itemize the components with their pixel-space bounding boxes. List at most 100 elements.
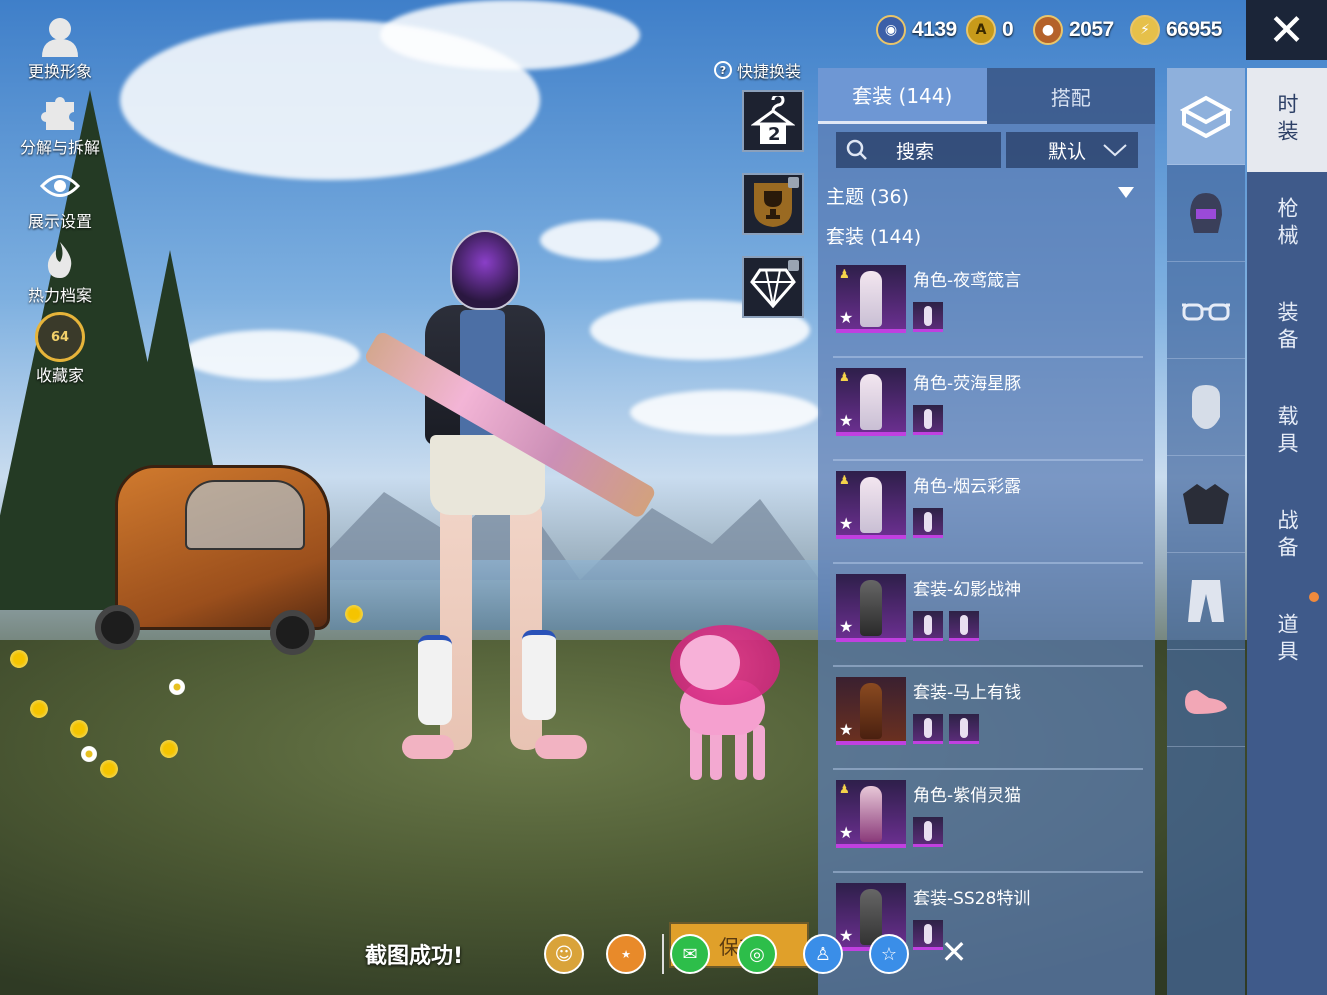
star-icon: ★ bbox=[839, 514, 854, 533]
outfit-thumbnail: ★ bbox=[836, 574, 906, 642]
chevron-down-icon bbox=[1103, 144, 1127, 157]
currency-value: 4139 bbox=[912, 18, 957, 41]
currency-blue[interactable]: ◉ 4139 bbox=[876, 12, 957, 48]
outfit-part-thumbnail[interactable] bbox=[913, 405, 943, 435]
outfit-thumbnail: ♟ ★ bbox=[836, 780, 906, 848]
list-item[interactable]: ♟ ★ 角色-紫俏灵猫 bbox=[833, 773, 1143, 873]
tab-combat-gear[interactable]: 战备 bbox=[1247, 484, 1327, 588]
flower bbox=[345, 605, 363, 623]
currency-gold-token[interactable]: A 0 bbox=[966, 12, 1014, 48]
outfit-thumbnail: ★ bbox=[836, 677, 906, 745]
lock-icon bbox=[788, 177, 799, 188]
outfit-part-thumbnail[interactable] bbox=[913, 714, 943, 744]
tab-mix-match[interactable]: 搭配 bbox=[986, 68, 1155, 124]
currency-value: 0 bbox=[1002, 18, 1014, 41]
trophy-slot[interactable] bbox=[742, 173, 804, 235]
category-glasses[interactable] bbox=[1167, 262, 1245, 359]
tab-fashion[interactable]: 时装 bbox=[1247, 68, 1327, 172]
search-row: 搜索 默认 bbox=[836, 132, 1138, 168]
heat-profile-button[interactable]: 热力档案 bbox=[10, 238, 110, 306]
outfit-part-thumbnail[interactable] bbox=[949, 714, 979, 744]
list-item[interactable]: ♟ ★ 角色-荧海星豚 bbox=[833, 361, 1143, 461]
category-pants[interactable] bbox=[1167, 553, 1245, 650]
theme-section-header[interactable]: 主题 (36) bbox=[826, 182, 909, 209]
qzone-icon[interactable]: ☆ bbox=[869, 934, 909, 974]
mask-icon bbox=[1192, 385, 1220, 429]
heat-profile-label: 热力档案 bbox=[27, 286, 92, 305]
character-icon: ♟ bbox=[839, 473, 850, 487]
cloud bbox=[180, 330, 360, 380]
collector-button[interactable]: 64 收藏家 bbox=[10, 312, 110, 386]
user-share-icon[interactable]: ☺ bbox=[544, 934, 584, 974]
currency-lightning[interactable]: ⚡ 66955 bbox=[1130, 12, 1222, 48]
star-icon: ★ bbox=[839, 411, 854, 430]
category-helmet[interactable] bbox=[1167, 165, 1245, 262]
quick-swap-header[interactable]: ? 快捷换装 bbox=[714, 58, 801, 82]
tab-outfits[interactable]: 套装 (144) bbox=[818, 68, 987, 124]
star-icon: ★ bbox=[839, 720, 854, 739]
decompose-button[interactable]: 分解与拆解 bbox=[10, 90, 110, 158]
outfit-figure bbox=[860, 271, 882, 327]
list-item[interactable]: ♟ ★ 角色-烟云彩露 bbox=[833, 464, 1143, 564]
qq-icon[interactable]: ♙ bbox=[803, 934, 843, 974]
outfit-part-thumbnail[interactable] bbox=[913, 302, 943, 332]
list-item[interactable]: ♟ ★ 角色-夜鸢箴言 bbox=[833, 258, 1143, 358]
peace-elite-icon[interactable]: ★ bbox=[606, 934, 646, 974]
outfit-name: 套装-SS28特训 bbox=[913, 889, 1031, 909]
star-icon: ★ bbox=[839, 823, 854, 842]
outfit-part-thumbnail[interactable] bbox=[913, 611, 943, 641]
list-item[interactable]: ★ 套装-马上有钱 bbox=[833, 670, 1143, 770]
outfit-figure bbox=[860, 683, 882, 739]
panel-tabs: 套装 (144) 搭配 bbox=[818, 68, 1155, 124]
list-item[interactable]: ★ 套装-幻影战神 bbox=[833, 567, 1143, 667]
tab-items-label: 道具 bbox=[1275, 613, 1299, 667]
outfit-figure bbox=[860, 477, 882, 533]
tab-fashion-label: 时装 bbox=[1275, 93, 1299, 147]
search-icon bbox=[846, 139, 867, 160]
collector-badge-icon: 64 bbox=[35, 312, 85, 362]
tab-vehicles[interactable]: 载具 bbox=[1247, 380, 1327, 484]
outfit-part-thumbnail[interactable] bbox=[913, 508, 943, 538]
tab-equipment[interactable]: 装备 bbox=[1247, 276, 1327, 380]
category-jacket[interactable] bbox=[1167, 456, 1245, 553]
outfit-box-icon bbox=[1180, 95, 1232, 138]
close-button[interactable]: ✕ bbox=[1246, 0, 1327, 60]
divider bbox=[662, 934, 664, 974]
outfit-name: 角色-烟云彩露 bbox=[913, 477, 1022, 497]
currency-bronze[interactable]: ● 2057 bbox=[1033, 12, 1114, 48]
outfit-figure bbox=[860, 786, 882, 842]
tab-vehicles-label: 载具 bbox=[1275, 405, 1299, 459]
outfit-name: 角色-荧海星豚 bbox=[913, 374, 1022, 394]
lightning-coin-icon: ⚡ bbox=[1130, 15, 1160, 45]
share-close-icon[interactable]: ✕ bbox=[934, 932, 974, 972]
category-column bbox=[1167, 68, 1245, 995]
sort-dropdown[interactable]: 默认 bbox=[1006, 132, 1138, 168]
wechat-icon[interactable]: ✉ bbox=[670, 934, 710, 974]
star-icon: ★ bbox=[839, 308, 854, 327]
outfit-thumbnail: ♟ ★ bbox=[836, 265, 906, 333]
right-slipper bbox=[535, 735, 587, 759]
diamond-slot[interactable] bbox=[742, 256, 804, 318]
outfit-name: 套装-幻影战神 bbox=[913, 580, 1022, 600]
collector-label: 收藏家 bbox=[35, 366, 84, 385]
category-mask[interactable] bbox=[1167, 359, 1245, 456]
help-icon[interactable]: ? bbox=[714, 61, 732, 79]
tab-combat-gear-label: 战备 bbox=[1275, 509, 1299, 563]
display-settings-button[interactable]: 展示设置 bbox=[10, 164, 110, 232]
outfit-figure bbox=[860, 580, 882, 636]
category-shoes[interactable] bbox=[1167, 650, 1245, 747]
tab-firearms[interactable]: 枪械 bbox=[1247, 172, 1327, 276]
glasses-icon bbox=[1182, 303, 1230, 321]
flower bbox=[70, 720, 88, 738]
outfit-part-thumbnail[interactable] bbox=[949, 611, 979, 641]
collector-level: 64 bbox=[50, 329, 70, 345]
category-outfit[interactable] bbox=[1167, 68, 1245, 165]
flower bbox=[80, 745, 98, 763]
search-input[interactable]: 搜索 bbox=[836, 132, 1001, 168]
caret-down-icon[interactable] bbox=[1118, 187, 1134, 198]
outfit-slot-hanger[interactable]: 2 bbox=[742, 90, 804, 152]
tab-items[interactable]: 道具 bbox=[1247, 588, 1327, 692]
moments-icon[interactable]: ◎ bbox=[737, 934, 777, 974]
outfit-part-thumbnail[interactable] bbox=[913, 817, 943, 847]
flower bbox=[30, 700, 48, 718]
